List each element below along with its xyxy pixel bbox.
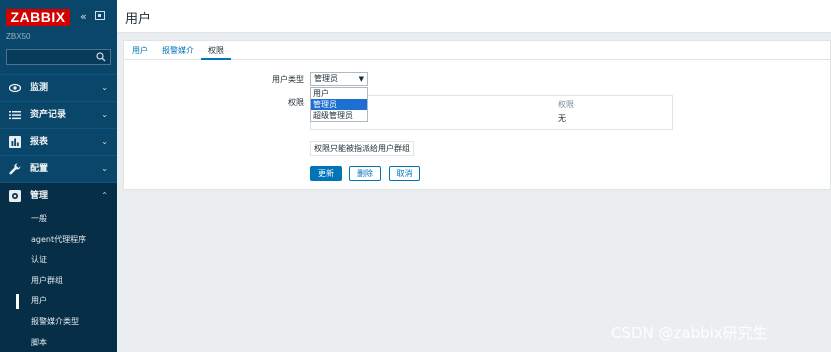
menu-item-reports[interactable]: 报表 ⌄ bbox=[0, 128, 117, 155]
menu-item-label: 报表 bbox=[30, 137, 49, 147]
sidebar: ZABBIX « ZBX50 监测 ⌄ 资产记录 ⌄ 报表 ⌄ 配置 ⌄ 管理 … bbox=[0, 0, 117, 352]
server-name: ZBX50 bbox=[6, 32, 31, 41]
gear-icon bbox=[9, 190, 21, 202]
menu-item-monitoring[interactable]: 监测 ⌄ bbox=[0, 74, 117, 101]
menu-item-label: 资产记录 bbox=[30, 110, 67, 120]
menu-item-label: 配置 bbox=[30, 164, 49, 174]
option-user[interactable]: 用户 bbox=[311, 88, 367, 99]
list-icon bbox=[9, 111, 21, 120]
submenu-item-general[interactable]: 一般 bbox=[0, 209, 117, 230]
page-header: 用户 bbox=[117, 0, 831, 33]
search-input[interactable] bbox=[6, 49, 111, 65]
main-menu: 监测 ⌄ 资产记录 ⌄ 报表 ⌄ 配置 ⌄ 管理 ⌃ 一般 agent代理程序 … bbox=[0, 74, 117, 352]
delete-button[interactable]: 删除 bbox=[349, 166, 381, 181]
wrench-icon bbox=[9, 163, 21, 175]
permissions-label: 权限 bbox=[288, 98, 304, 107]
permission-column-header: 权限 bbox=[558, 100, 574, 109]
tab-media[interactable]: 报警媒介 bbox=[162, 45, 194, 56]
collapse-sidebar-icon[interactable]: « bbox=[80, 10, 87, 23]
page-title: 用户 bbox=[125, 12, 152, 27]
chevron-down-icon: ⌄ bbox=[101, 137, 108, 146]
permissions-note: 权限只能被指派给用户群组 bbox=[310, 141, 414, 156]
zabbix-logo[interactable]: ZABBIX bbox=[6, 9, 70, 26]
tab-user[interactable]: 用户 bbox=[132, 45, 148, 56]
submenu-item-users[interactable]: 用户 bbox=[0, 291, 117, 312]
menu-item-configuration[interactable]: 配置 ⌄ bbox=[0, 155, 117, 182]
chevron-down-icon: ⌄ bbox=[101, 164, 108, 173]
submenu-item-scripts[interactable]: 脚本 bbox=[0, 333, 117, 352]
submenu-item-media-types[interactable]: 报警媒介类型 bbox=[0, 312, 117, 333]
user-type-dropdown: 用户 管理员 超级管理员 bbox=[310, 87, 368, 122]
eye-icon bbox=[9, 83, 21, 93]
tab-permissions[interactable]: 权限 bbox=[208, 45, 224, 56]
update-button[interactable]: 更新 bbox=[310, 166, 342, 181]
cancel-button[interactable]: 取消 bbox=[389, 166, 420, 181]
submenu-item-user-groups[interactable]: 用户群组 bbox=[0, 271, 117, 292]
user-type-label: 用户类型 bbox=[272, 75, 304, 84]
menu-item-inventory[interactable]: 资产记录 ⌄ bbox=[0, 101, 117, 128]
option-super-admin[interactable]: 超级管理员 bbox=[311, 110, 367, 121]
watermark: CSDN @zabbix研究生 bbox=[611, 324, 768, 342]
dropdown-arrow-icon: ▼ bbox=[358, 75, 364, 83]
chevron-down-icon: ⌄ bbox=[101, 83, 108, 92]
menu-item-label: 管理 bbox=[30, 191, 49, 201]
menu-item-label: 监测 bbox=[30, 83, 49, 93]
permission-value: 无 bbox=[558, 114, 566, 123]
chevron-down-icon: ⌄ bbox=[101, 110, 108, 119]
search-icon[interactable] bbox=[96, 52, 106, 62]
menu-item-administration[interactable]: 管理 ⌃ bbox=[0, 182, 117, 209]
active-tab-indicator bbox=[201, 58, 231, 60]
submenu-item-proxies[interactable]: agent代理程序 bbox=[0, 230, 117, 251]
kiosk-mode-icon[interactable] bbox=[95, 11, 105, 20]
option-admin[interactable]: 管理员 bbox=[311, 99, 367, 110]
submenu-item-authentication[interactable]: 认证 bbox=[0, 250, 117, 271]
user-type-select[interactable]: 管理员 ▼ bbox=[310, 72, 368, 86]
tab-bar: 用户 报警媒介 权限 bbox=[124, 41, 830, 60]
bar-chart-icon bbox=[9, 136, 21, 148]
chevron-up-icon: ⌃ bbox=[101, 191, 108, 200]
administration-submenu: 一般 agent代理程序 认证 用户群组 用户 报警媒介类型 脚本 bbox=[0, 209, 117, 352]
user-type-selected-value: 管理员 bbox=[314, 74, 338, 83]
